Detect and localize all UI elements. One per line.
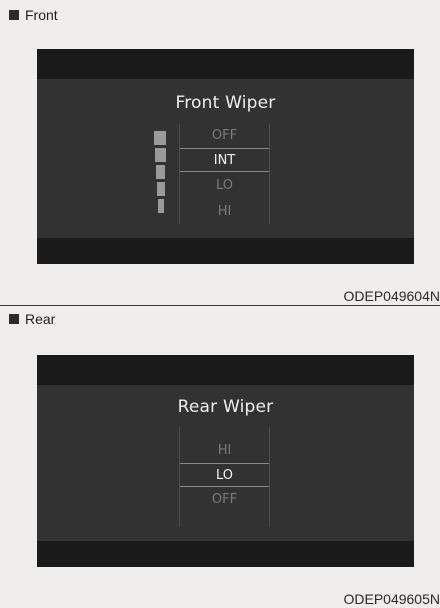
display-top-bar bbox=[37, 355, 414, 385]
menu-item-off[interactable]: OFF bbox=[180, 488, 269, 512]
wiper-speed-level-icon bbox=[154, 131, 168, 221]
rear-wiper-menu: HI LO OFF bbox=[179, 427, 270, 527]
menu-item-lo[interactable]: LO bbox=[180, 174, 269, 198]
square-bullet-icon bbox=[9, 10, 19, 20]
display-top-bar bbox=[37, 49, 414, 79]
rear-wiper-title: Rear Wiper bbox=[177, 397, 274, 417]
section-label-text: Rear bbox=[25, 311, 56, 327]
figure-caption-front: ODEP049604N bbox=[343, 288, 440, 304]
menu-item-lo[interactable]: LO bbox=[180, 463, 269, 487]
menu-item-off[interactable]: OFF bbox=[180, 124, 269, 148]
section-divider bbox=[0, 305, 440, 306]
rear-wiper-display: Rear Wiper HI LO OFF bbox=[37, 355, 414, 567]
section-label-rear: Rear bbox=[9, 311, 55, 327]
square-bullet-icon bbox=[9, 314, 19, 324]
figure-caption-rear: ODEP049605N bbox=[343, 591, 440, 607]
menu-item-hi[interactable]: HI bbox=[180, 439, 269, 463]
front-wiper-title: Front Wiper bbox=[175, 93, 276, 113]
menu-item-int[interactable]: INT bbox=[180, 148, 269, 172]
front-wiper-menu: OFF INT LO HI bbox=[179, 124, 270, 224]
menu-item-hi[interactable]: HI bbox=[180, 200, 269, 224]
front-wiper-display: Front Wiper OFF INT LO HI bbox=[37, 49, 414, 264]
section-label-front: Front bbox=[9, 7, 58, 23]
display-bottom-bar bbox=[37, 238, 414, 264]
section-label-text: Front bbox=[25, 7, 58, 23]
display-bottom-bar bbox=[37, 541, 414, 567]
